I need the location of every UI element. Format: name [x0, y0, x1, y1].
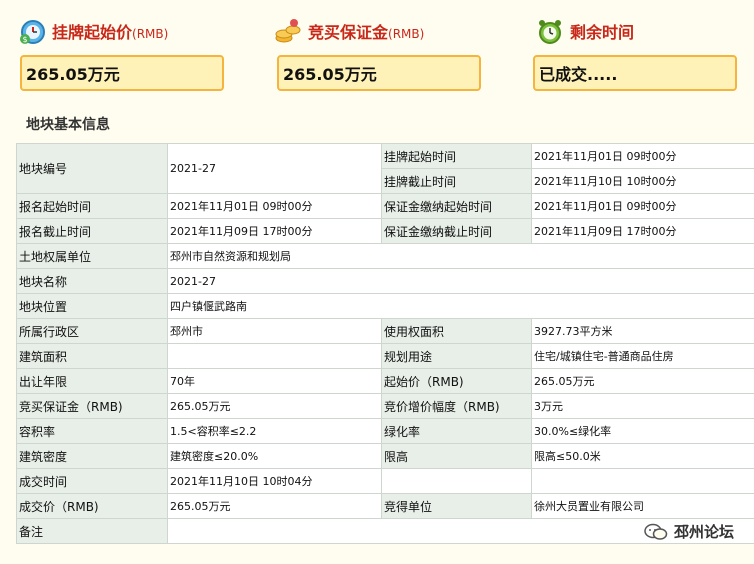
- row-key: 报名截止时间: [16, 218, 168, 244]
- stopwatch-icon: $: [18, 17, 46, 45]
- row-key: 绿化率: [381, 418, 532, 444]
- deposit-value: 265.05万元: [277, 55, 481, 91]
- table-row: 所属行政区 邳州市 使用权面积 3927.73平方米: [16, 318, 754, 344]
- row-value: 邳州市: [167, 318, 382, 344]
- remaining-time-value: 已成交.....: [533, 55, 737, 91]
- coins-icon: [274, 17, 302, 45]
- row-value: 2021年11月10日 10时04分: [167, 468, 382, 494]
- table-row: 建筑面积 规划用途 住宅/城镇住宅-普通商品住房: [16, 343, 754, 369]
- row-value: 265.05万元: [167, 393, 382, 419]
- table-row: 报名起始时间 2021年11月01日 09时00分 保证金缴纳起始时间 2021…: [16, 193, 754, 219]
- row-key: 挂牌截止时间: [381, 168, 532, 194]
- table-row: 报名截止时间 2021年11月09日 17时00分 保证金缴纳截止时间 2021…: [16, 218, 754, 244]
- table-row: 成交价（RMB) 265.05万元 竞得单位 徐州大员置业有限公司: [16, 493, 754, 519]
- section-title: 地块基本信息: [26, 117, 110, 133]
- row-value: 3927.73平方米: [531, 318, 754, 344]
- watermark-text: 邳州论坛: [673, 523, 734, 541]
- row-value: 建筑密度≤20.0%: [167, 443, 382, 469]
- row-key: 保证金缴纳截止时间: [381, 218, 532, 244]
- row-value: 265.05万元: [531, 368, 754, 394]
- row-key: 容积率: [16, 418, 168, 444]
- row-value: 3万元: [531, 393, 754, 419]
- row-value: 限高≤50.0米: [531, 443, 754, 469]
- row-value: 2021-27: [167, 143, 382, 194]
- row-value: 30.0%≤绿化率: [531, 418, 754, 444]
- table-row: 建筑密度 建筑密度≤20.0% 限高 限高≤50.0米: [16, 443, 754, 469]
- table-row: 成交时间 2021年11月10日 10时04分: [16, 468, 754, 494]
- row-key: 竞价增价幅度（RMB): [381, 393, 532, 419]
- deposit-header: 竞买保证金(RMB): [274, 14, 424, 48]
- row-key: 地块位置: [16, 293, 168, 319]
- table-row: 土地权属单位 邳州市自然资源和规划局: [16, 243, 754, 269]
- remaining-time-header: 剩余时间: [536, 14, 634, 48]
- row-key: 限高: [381, 443, 532, 469]
- row-value: 住宅/城镇住宅-普通商品住房: [531, 343, 754, 369]
- row-value: 2021年11月09日 17时00分: [167, 218, 382, 244]
- row-key: 所属行政区: [16, 318, 168, 344]
- start-price-unit: (RMB): [132, 27, 169, 41]
- row-value: 四户镇偃武路南: [167, 293, 754, 319]
- row-key: 建筑密度: [16, 443, 168, 469]
- row-value: 2021年11月01日 09时00分: [167, 193, 382, 219]
- row-value: 徐州大员置业有限公司: [531, 493, 754, 519]
- watermark: 邳州论坛: [644, 521, 734, 542]
- row-key: 地块编号: [16, 143, 168, 194]
- row-value: 265.05万元: [167, 493, 382, 519]
- row-key: 规划用途: [381, 343, 532, 369]
- row-key: 竞得单位: [381, 493, 532, 519]
- row-key: 竞买保证金（RMB): [16, 393, 168, 419]
- row-value: 2021年11月01日 09时00分: [531, 193, 754, 219]
- row-value: 2021年11月09日 17时00分: [531, 218, 754, 244]
- row-value: 邳州市自然资源和规划局: [167, 243, 754, 269]
- table-row: 出让年限 70年 起始价（RMB) 265.05万元: [16, 368, 754, 394]
- alarm-clock-icon: [536, 17, 564, 45]
- table-row: 容积率 1.5<容积率≤2.2 绿化率 30.0%≤绿化率: [16, 418, 754, 444]
- row-value: 2021-27: [167, 268, 754, 294]
- row-key: 报名起始时间: [16, 193, 168, 219]
- table-row: 地块编号 2021-27 挂牌起始时间 2021年11月01日 09时00分: [16, 143, 754, 194]
- deposit-unit: (RMB): [388, 27, 425, 41]
- row-key: 使用权面积: [381, 318, 532, 344]
- remaining-label: 剩余时间: [570, 23, 635, 42]
- row-key: 起始价（RMB): [381, 368, 532, 394]
- row-key: 成交价（RMB): [16, 493, 168, 519]
- land-info-table: 地块编号 2021-27 挂牌起始时间 2021年11月01日 09时00分 挂…: [16, 143, 754, 544]
- row-key: [381, 468, 532, 494]
- wechat-icon: [644, 523, 668, 541]
- row-key: 地块名称: [16, 268, 168, 294]
- row-value: 2021年11月01日 09时00分: [531, 143, 754, 169]
- row-key: 成交时间: [16, 468, 168, 494]
- row-key: 建筑面积: [16, 343, 168, 369]
- row-key: 挂牌起始时间: [381, 143, 532, 169]
- table-row: 地块位置 四户镇偃武路南: [16, 293, 754, 319]
- table-row: 地块名称 2021-27: [16, 268, 754, 294]
- row-value: [167, 343, 382, 369]
- row-value: 1.5<容积率≤2.2: [167, 418, 382, 444]
- svg-text:$: $: [22, 35, 27, 44]
- row-key: 出让年限: [16, 368, 168, 394]
- table-row: 竞买保证金（RMB) 265.05万元 竞价增价幅度（RMB) 3万元: [16, 393, 754, 419]
- start-price-label: 挂牌起始价: [52, 23, 133, 42]
- row-value: [531, 468, 754, 494]
- price-header: $ 挂牌起始价(RMB) 竞买保证金(RMB) 剩余时间 265.05万元 26…: [0, 0, 754, 110]
- start-price-header: $ 挂牌起始价(RMB): [18, 14, 168, 48]
- row-key: 备注: [16, 518, 168, 544]
- row-key: 保证金缴纳起始时间: [381, 193, 532, 219]
- row-value: 70年: [167, 368, 382, 394]
- deposit-label: 竞买保证金: [308, 23, 389, 42]
- start-price-value: 265.05万元: [20, 55, 224, 91]
- row-key: 土地权属单位: [16, 243, 168, 269]
- row-value: 2021年11月10日 10时00分: [531, 168, 754, 194]
